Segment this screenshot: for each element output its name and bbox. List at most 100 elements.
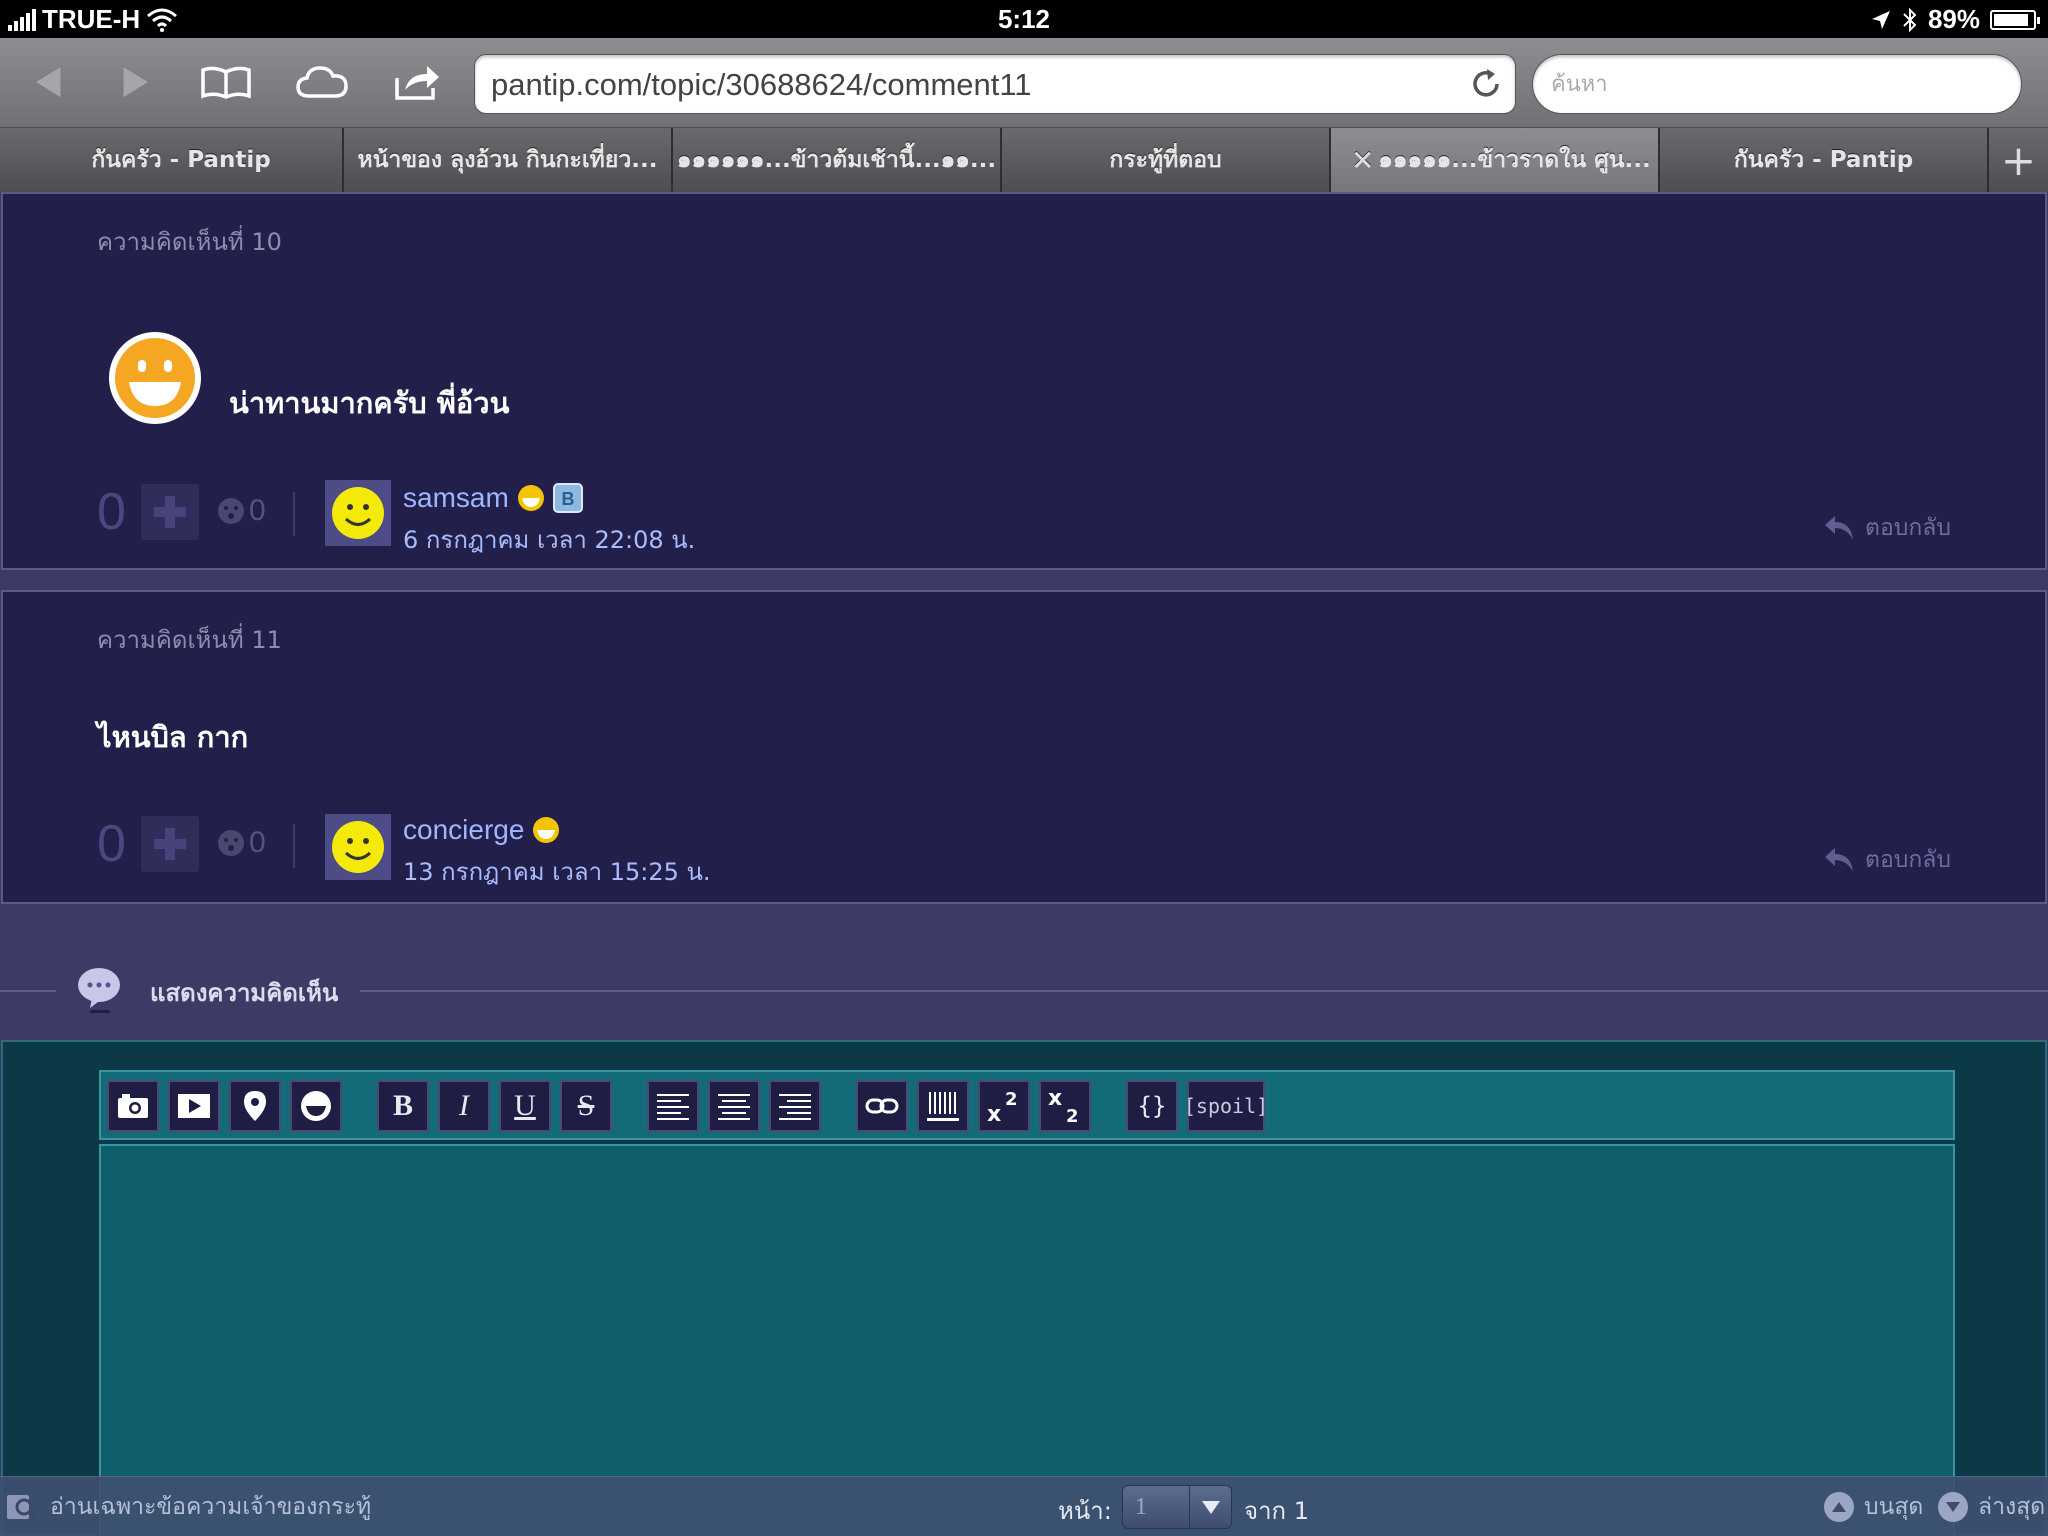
align-right-button[interactable] <box>769 1080 821 1132</box>
vote-plus-button[interactable] <box>141 484 199 540</box>
superscript-button[interactable]: x2 <box>978 1080 1030 1132</box>
align-right-icon <box>779 1094 811 1120</box>
tab-1[interactable]: กันครัว - Pantip <box>0 128 344 192</box>
plus-icon <box>154 828 186 860</box>
tab-bar: กันครัว - Pantip หน้าของ ลุงอ้วน กินกะเท… <box>0 128 2048 192</box>
divider <box>293 824 295 868</box>
svg-text:2: 2 <box>1066 1106 1079 1124</box>
bold-button[interactable]: B <box>377 1080 429 1132</box>
italic-button[interactable]: I <box>438 1080 490 1132</box>
tab-6[interactable]: กันครัว - Pantip <box>1660 128 1989 192</box>
horizontal-rule-button[interactable] <box>917 1080 969 1132</box>
avatar[interactable] <box>325 480 391 546</box>
link-icon <box>865 1098 899 1114</box>
tab-4[interactable]: กระทู้ที่ตอบ <box>1002 128 1331 192</box>
cloud-icon <box>296 66 348 98</box>
icloud-tabs-button[interactable] <box>294 56 350 108</box>
clock: 5:12 <box>997 4 1051 34</box>
svg-text:x: x <box>987 1102 1001 1124</box>
new-tab-button[interactable]: + <box>1989 128 2048 192</box>
align-left-icon <box>657 1094 689 1120</box>
reader-search-icon <box>7 1495 38 1521</box>
subscript-button[interactable]: x2 <box>1039 1080 1091 1132</box>
strikethrough-button[interactable]: S <box>560 1080 612 1132</box>
owner-only-toggle[interactable]: อ่านเฉพาะข้อความเจ้าของกระทู้ <box>6 1489 371 1525</box>
align-left-button[interactable] <box>647 1080 699 1132</box>
show-comment-section: แสดงความคิดเห็น <box>0 938 2048 1038</box>
insert-video-button[interactable] <box>168 1080 220 1132</box>
page-select[interactable]: 1 <box>1122 1485 1232 1529</box>
location-arrow-icon <box>1871 10 1890 29</box>
scroll-bottom-button[interactable]: ล่างสุด <box>1938 1489 2045 1525</box>
grin-badge-icon <box>533 817 560 843</box>
vote-plus-button[interactable] <box>141 816 199 872</box>
align-center-button[interactable] <box>708 1080 760 1132</box>
scroll-top-button[interactable]: บนสุด <box>1824 1489 1923 1525</box>
scroll-top-label: บนสุด <box>1864 1494 1924 1520</box>
comment-body: น่าทานมากครับ พี่อ้วน <box>229 386 510 420</box>
reply-arrow-icon <box>1825 516 1854 540</box>
forward-button[interactable] <box>108 56 164 108</box>
username-link[interactable]: samsam <box>403 482 509 514</box>
insert-emoticon-button[interactable] <box>290 1080 342 1132</box>
back-button[interactable] <box>20 56 76 108</box>
divider-line <box>0 990 56 992</box>
camera-icon <box>118 1094 148 1118</box>
editor-toolbar: B I U S x2 x2 {} [spoil] <box>99 1070 1955 1140</box>
emoticon-icon <box>301 1091 331 1121</box>
subscript-icon: x2 <box>1048 1088 1079 1124</box>
insert-image-button[interactable] <box>107 1080 159 1132</box>
scroll-bottom-label: ล่างสุด <box>1978 1494 2046 1520</box>
back-arrow-icon <box>34 65 62 99</box>
insert-link-button[interactable] <box>856 1080 908 1132</box>
tab-3[interactable]: ๑๑๑๑๑๑...ข้าวต้มเช้านี้...๑๑... <box>673 128 1002 192</box>
tab-label: ๑๑๑๑๑๑...ข้าวต้มเช้านี้...๑๑... <box>676 147 997 173</box>
battery-icon <box>1990 9 2040 30</box>
bottom-navigation-bar: อ่านเฉพาะข้อความเจ้าของกระทู้ หน้า: 1 จา… <box>0 1476 2048 1536</box>
emotion-counter[interactable]: 0 <box>217 494 266 528</box>
comment-body: ไหนบิล กาก <box>97 720 249 754</box>
bookmarks-button[interactable] <box>198 56 254 108</box>
tab-5-active[interactable]: ✕ ๑๑๑๑๑...ข้าวราดใน ศูน... <box>1331 128 1660 192</box>
reload-icon[interactable] <box>1469 67 1503 101</box>
reply-label: ตอบกลับ <box>1865 515 1951 541</box>
page-total-label: จาก 1 <box>1244 1497 1309 1525</box>
book-icon <box>201 66 251 99</box>
code-button[interactable]: {} <box>1126 1080 1178 1132</box>
share-button[interactable] <box>390 56 446 108</box>
comment-editor: B I U S x2 x2 {} [spoil] <box>1 1040 2047 1536</box>
emotion-face-icon <box>218 498 244 524</box>
url-field[interactable]: pantip.com/topic/30688624/comment11 <box>474 54 1516 114</box>
emotion-counter[interactable]: 0 <box>217 826 266 860</box>
emotion-count: 0 <box>249 494 266 527</box>
spoiler-button[interactable]: [spoil] <box>1184 1080 1268 1132</box>
barcode-icon <box>927 1092 959 1121</box>
browser-toolbar: pantip.com/topic/30688624/comment11 <box>0 38 2048 128</box>
page-select-value: 1 <box>1135 1493 1147 1520</box>
divider <box>293 492 295 536</box>
plus-icon <box>154 496 186 528</box>
reply-button[interactable]: ตอบกลับ <box>1823 842 1951 878</box>
username-link[interactable]: concierge <box>403 814 524 846</box>
comment-number: ความคิดเห็นที่ 10 <box>97 228 282 256</box>
vote-count: 0 <box>97 815 126 873</box>
avatar[interactable] <box>325 814 391 880</box>
svg-text:x: x <box>1048 1088 1062 1111</box>
tab-2[interactable]: หน้าของ ลุงอ้วน กินกะเที่ยว... <box>344 128 673 192</box>
vote-count: 0 <box>97 483 126 541</box>
search-field[interactable] <box>1532 54 2022 114</box>
page-label: หน้า: <box>1058 1497 1112 1525</box>
url-text: pantip.com/topic/30688624/comment11 <box>491 67 1032 102</box>
tab-close-icon[interactable]: ✕ <box>1351 144 1374 177</box>
grin-badge-icon <box>517 485 544 511</box>
arrow-up-icon <box>1824 1492 1854 1522</box>
underline-button[interactable]: U <box>499 1080 551 1132</box>
reply-button[interactable]: ตอบกลับ <box>1823 510 1951 546</box>
comment-number: ความคิดเห็นที่ 11 <box>97 626 282 654</box>
svg-text:B: B <box>561 489 574 509</box>
tab-label: กระทู้ที่ตอบ <box>1109 147 1222 173</box>
member-badge-icon: B <box>552 483 583 513</box>
search-input[interactable] <box>1551 65 1991 103</box>
insert-map-button[interactable] <box>229 1080 281 1132</box>
tab-label: ๑๑๑๑๑...ข้าวราดใน ศูน... <box>1378 147 1651 173</box>
